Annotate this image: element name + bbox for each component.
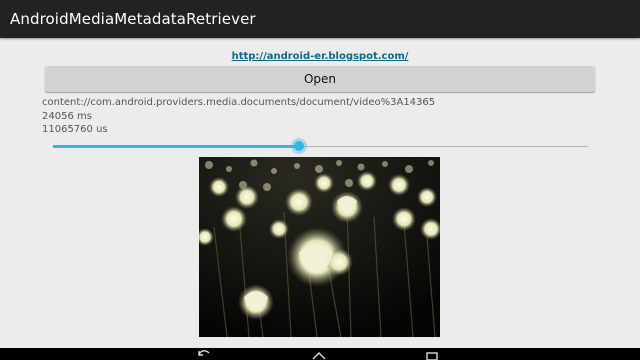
action-bar: AndroidMediaMetadataRetriever: [0, 0, 640, 38]
seekbar-progress: [53, 145, 300, 148]
app-title: AndroidMediaMetadataRetriever: [10, 10, 256, 28]
navigation-bar: [0, 348, 640, 360]
position-us-text: 11065760 us: [42, 124, 108, 135]
recents-icon[interactable]: [424, 350, 440, 360]
blog-link[interactable]: http://android-er.blogspot.com/: [0, 50, 640, 64]
video-frame-image: [199, 157, 440, 337]
content-uri-text: content://com.android.providers.media.do…: [42, 97, 436, 108]
open-button[interactable]: Open: [45, 66, 595, 92]
home-icon[interactable]: [311, 350, 327, 360]
position-ms-text: 24056 ms: [42, 111, 92, 122]
back-icon[interactable]: [196, 350, 212, 360]
roses-image: [199, 157, 440, 337]
seekbar[interactable]: [53, 136, 588, 156]
